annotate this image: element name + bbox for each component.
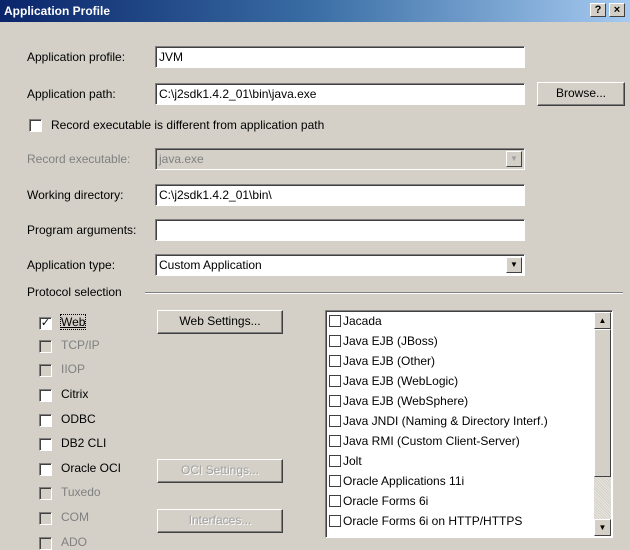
protocol-checkbox-iiop bbox=[39, 364, 52, 377]
list-item[interactable]: Java RMI (Custom Client-Server) bbox=[329, 431, 520, 451]
protocol-label-ado: ADO bbox=[61, 535, 88, 549]
triangle-down-icon[interactable]: ▼ bbox=[594, 519, 611, 536]
protocol-label-tcpip: TCP/IP bbox=[61, 338, 100, 352]
working-dir-label: Working directory: bbox=[27, 188, 124, 202]
app-type-label: Application type: bbox=[27, 258, 116, 272]
checkbox-icon[interactable] bbox=[329, 415, 341, 427]
record-diff-checkbox[interactable] bbox=[29, 119, 42, 132]
protocol-label-db2cli: DB2 CLI bbox=[61, 436, 107, 450]
browse-button[interactable]: Browse... bbox=[537, 82, 625, 106]
protocol-checkbox-ado bbox=[39, 537, 52, 550]
list-item[interactable]: Oracle Forms 6i bbox=[329, 491, 428, 511]
checkbox-icon[interactable] bbox=[329, 355, 341, 367]
protocol-label-iiop: IIOP bbox=[61, 362, 86, 376]
record-exe-select: java.exe ▼ bbox=[155, 148, 525, 170]
program-args-label: Program arguments: bbox=[27, 223, 137, 237]
protocol-label-web: Web bbox=[59, 314, 87, 330]
checkbox-icon[interactable] bbox=[329, 435, 341, 447]
protocol-checkbox-tuxedo bbox=[39, 487, 52, 500]
record-diff-label: Record executable is different from appl… bbox=[51, 118, 325, 132]
interfaces-button: Interfaces... bbox=[157, 509, 283, 533]
program-args-input[interactable] bbox=[155, 219, 525, 241]
protocol-checkbox-odbc[interactable] bbox=[39, 414, 52, 427]
checkbox-icon[interactable] bbox=[329, 335, 341, 347]
protocol-checkbox-oracle-oci[interactable] bbox=[39, 463, 52, 476]
protocol-checkbox-com bbox=[39, 512, 52, 525]
protocol-checkbox-citrix[interactable] bbox=[39, 389, 52, 402]
record-exe-value: java.exe bbox=[159, 152, 204, 166]
check-icon: ✓ bbox=[40, 317, 51, 329]
checkbox-icon[interactable] bbox=[329, 315, 341, 327]
close-button[interactable]: × bbox=[609, 3, 625, 17]
app-profile-input[interactable]: JVM bbox=[155, 46, 525, 68]
protocol-label-oracle-oci: Oracle OCI bbox=[61, 461, 122, 475]
list-item[interactable]: Java EJB (Other) bbox=[329, 351, 435, 371]
working-dir-input[interactable]: C:\j2sdk1.4.2_01\bin\ bbox=[155, 184, 525, 206]
protocol-group-label: Protocol selection bbox=[27, 285, 122, 299]
window-title: Application Profile bbox=[4, 4, 111, 18]
app-path-input[interactable]: C:\j2sdk1.4.2_01\bin\java.exe bbox=[155, 83, 525, 105]
app-type-value: Custom Application bbox=[159, 258, 262, 272]
list-item[interactable]: Java JNDI (Naming & Directory Interf.) bbox=[329, 411, 548, 431]
app-type-select[interactable]: Custom Application ▼ bbox=[155, 254, 525, 276]
title-bar: Application Profile ? × bbox=[0, 0, 630, 22]
list-item[interactable]: Oracle Applications 11i bbox=[329, 471, 464, 491]
app-profile-label: Application profile: bbox=[27, 50, 126, 64]
oci-settings-button: OCI Settings... bbox=[157, 459, 283, 483]
checkbox-icon[interactable] bbox=[329, 475, 341, 487]
scroll-thumb[interactable] bbox=[594, 329, 611, 477]
web-settings-button[interactable]: Web Settings... bbox=[157, 310, 283, 334]
protocol-listbox[interactable]: Jacada Java EJB (JBoss) Java EJB (Other)… bbox=[325, 310, 613, 538]
list-item[interactable]: Jacada bbox=[329, 311, 382, 331]
checkbox-icon[interactable] bbox=[329, 495, 341, 507]
list-item[interactable]: Java EJB (JBoss) bbox=[329, 331, 438, 351]
checkbox-icon[interactable] bbox=[329, 515, 341, 527]
checkbox-icon[interactable] bbox=[329, 455, 341, 467]
list-item[interactable]: Jolt bbox=[329, 451, 362, 471]
help-button[interactable]: ? bbox=[590, 3, 606, 17]
protocol-checkbox-web[interactable]: ✓ bbox=[39, 317, 52, 330]
protocol-label-com: COM bbox=[61, 510, 89, 524]
record-exe-label: Record executable: bbox=[27, 152, 131, 166]
list-item[interactable]: Java EJB (WebLogic) bbox=[329, 371, 458, 391]
protocol-checkbox-db2cli[interactable] bbox=[39, 438, 52, 451]
checkbox-icon[interactable] bbox=[329, 395, 341, 407]
triangle-down-icon: ▼ bbox=[506, 151, 522, 167]
app-path-label: Application path: bbox=[27, 87, 116, 101]
protocol-checkbox-tcpip bbox=[39, 340, 52, 353]
protocol-label-odbc: ODBC bbox=[61, 412, 96, 426]
checkbox-icon[interactable] bbox=[329, 375, 341, 387]
group-divider bbox=[145, 292, 623, 294]
triangle-up-icon[interactable]: ▲ bbox=[594, 312, 611, 329]
triangle-down-icon[interactable]: ▼ bbox=[506, 257, 522, 273]
protocol-label-citrix: Citrix bbox=[61, 387, 89, 401]
list-item[interactable]: Oracle Forms 6i on HTTP/HTTPS bbox=[329, 511, 522, 531]
vertical-scrollbar[interactable]: ▲ ▼ bbox=[594, 312, 611, 536]
list-item[interactable]: Java EJB (WebSphere) bbox=[329, 391, 468, 411]
protocol-label-tuxedo: Tuxedo bbox=[61, 485, 101, 499]
